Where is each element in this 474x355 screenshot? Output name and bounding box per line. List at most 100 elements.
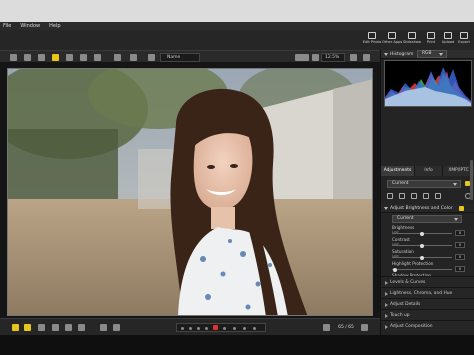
- rating-dot[interactable]: [223, 327, 226, 330]
- sort-select[interactable]: Name: [160, 53, 200, 62]
- expand-icon: [385, 292, 388, 296]
- other-apps-button[interactable]: Other Apps: [382, 31, 402, 49]
- panel-tabs: Adjustments Info XMP/IPTC: [381, 166, 474, 176]
- view-toolbar: Name 12.5%: [0, 50, 380, 63]
- histogram-title: Histogram: [390, 52, 414, 57]
- menu-bar: File Window Help: [0, 22, 474, 30]
- collapse-icon: [384, 207, 388, 210]
- histogram-header[interactable]: Histogram RGB: [381, 50, 474, 59]
- zoom-in-icon[interactable]: [363, 54, 370, 61]
- person-icon[interactable]: [38, 54, 45, 61]
- crop-icon[interactable]: [52, 324, 59, 331]
- section-header[interactable]: Lightness, Chroma, and Hue Adjustment: [381, 287, 474, 307]
- brush-icon[interactable]: [387, 193, 393, 199]
- retouch-icon[interactable]: [411, 193, 417, 199]
- slider-track[interactable]: [392, 267, 452, 272]
- tab-info[interactable]: Info: [415, 166, 443, 176]
- slideshow-button[interactable]: Slideshow: [402, 31, 422, 49]
- rating-dot[interactable]: [205, 327, 208, 330]
- slider-knob[interactable]: [420, 255, 424, 260]
- section-enable-checkbox[interactable]: [459, 206, 464, 211]
- image-viewer[interactable]: [0, 63, 380, 320]
- section-header[interactable]: Levels & Curves: [381, 276, 474, 287]
- slideshow-icon: [408, 32, 416, 39]
- other-apps-icon: [388, 32, 396, 39]
- app-window: File Window Help Edit Photo Other Apps Sli…: [0, 0, 474, 355]
- zoom-select[interactable]: 12.5%: [321, 53, 345, 62]
- slider-track[interactable]: [392, 231, 452, 236]
- rating-dot[interactable]: [181, 327, 184, 330]
- collapse-icon: [384, 53, 388, 56]
- slider-knob[interactable]: [420, 243, 424, 248]
- info-icon[interactable]: [65, 324, 72, 331]
- rating-dot[interactable]: [253, 327, 256, 330]
- export-label: Export: [458, 40, 470, 44]
- menu-help[interactable]: Help: [49, 23, 60, 29]
- panel-scrollbar[interactable]: [470, 160, 473, 200]
- fullscreen-icon[interactable]: [130, 54, 137, 61]
- section-header[interactable]: Adjust Composition: [381, 320, 474, 331]
- export-button[interactable]: Export: [454, 31, 474, 49]
- section-label: Touch up: [390, 313, 410, 318]
- dual-view-icon[interactable]: [94, 54, 101, 61]
- rating-bar[interactable]: [176, 323, 266, 332]
- upload-icon: [444, 32, 452, 39]
- compare-icon[interactable]: [80, 54, 87, 61]
- section-label: Adjust Details: [390, 302, 421, 307]
- brightness-preset-select[interactable]: Current: [392, 215, 462, 223]
- tab-adjustments[interactable]: Adjustments: [381, 166, 415, 176]
- rating-dot[interactable]: [197, 327, 200, 330]
- grid-view-icon[interactable]: [10, 54, 17, 61]
- prev-image-icon[interactable]: [323, 324, 330, 331]
- display-mode-icon[interactable]: [114, 54, 121, 61]
- slideshow-label: Slideshow: [402, 40, 422, 44]
- layout-toggle-icon[interactable]: [295, 54, 309, 61]
- slider-value[interactable]: 0: [455, 230, 465, 236]
- slider-value[interactable]: 0: [455, 242, 465, 248]
- redo-icon[interactable]: [423, 193, 429, 199]
- frame-icon[interactable]: [38, 324, 45, 331]
- edit-photo-button[interactable]: Edit Photo: [362, 31, 382, 49]
- slider-value[interactable]: 0: [455, 254, 465, 260]
- section-label: Levels & Curves: [390, 280, 426, 285]
- histogram-chart: [384, 60, 472, 107]
- expand-icon: [385, 281, 388, 285]
- rating-dot[interactable]: [189, 327, 192, 330]
- rating-dot[interactable]: [233, 327, 236, 330]
- menu-file[interactable]: File: [3, 23, 11, 29]
- slider-value[interactable]: 0: [455, 266, 465, 272]
- bottom-toolbar: 65 / 65: [0, 318, 380, 335]
- filter-icon[interactable]: [148, 54, 155, 61]
- filmstrip-icon[interactable]: [66, 54, 73, 61]
- tag-icon[interactable]: [24, 324, 31, 331]
- label-icon[interactable]: [12, 324, 19, 331]
- section-header[interactable]: Adjust Details: [381, 298, 474, 309]
- expand-icon: [385, 303, 388, 307]
- undo-icon[interactable]: [435, 193, 441, 199]
- viewer-icon[interactable]: [52, 54, 59, 61]
- section-header[interactable]: Touch up: [381, 309, 474, 320]
- print-icon: [427, 32, 435, 39]
- histogram-channel-select[interactable]: RGB: [417, 50, 447, 58]
- rating-dot[interactable]: [243, 327, 246, 330]
- slider-knob[interactable]: [420, 231, 424, 236]
- rating-marker[interactable]: [213, 325, 218, 330]
- eyedropper-icon[interactable]: [399, 193, 405, 199]
- rotate-right-icon[interactable]: [113, 324, 120, 331]
- slider-track[interactable]: [392, 255, 452, 260]
- list-view-icon[interactable]: [24, 54, 31, 61]
- slider-knob[interactable]: [393, 267, 397, 272]
- photo-preview: [7, 68, 373, 316]
- tool-icons-row: [381, 191, 474, 201]
- next-image-icon[interactable]: [361, 324, 368, 331]
- zoom-out-icon[interactable]: [350, 54, 357, 61]
- slider-track[interactable]: [392, 243, 452, 248]
- other-apps-label: Other Apps: [382, 40, 403, 44]
- adjustments-preset-select[interactable]: Current: [387, 180, 461, 188]
- slider-label: Highlight Protection: [392, 261, 434, 266]
- tone-icon[interactable]: [78, 324, 85, 331]
- fit-icon[interactable]: [312, 54, 319, 61]
- rotate-left-icon[interactable]: [100, 324, 107, 331]
- menu-window[interactable]: Window: [20, 23, 40, 29]
- expand-icon: [385, 314, 388, 318]
